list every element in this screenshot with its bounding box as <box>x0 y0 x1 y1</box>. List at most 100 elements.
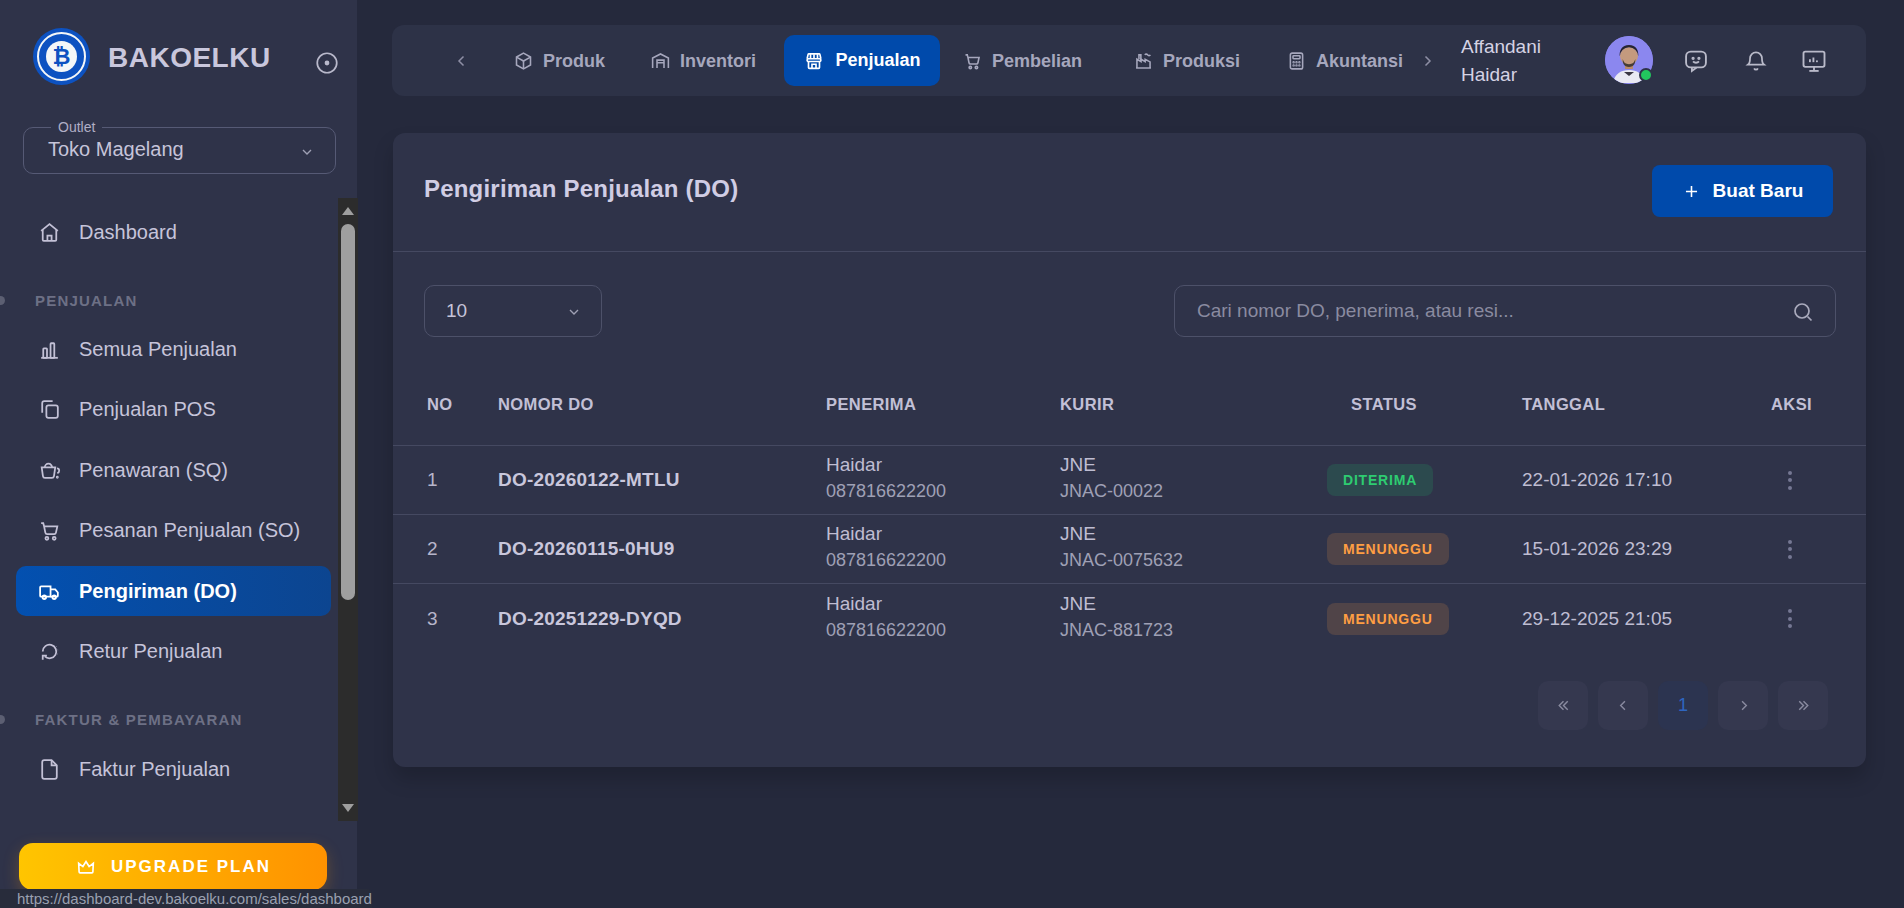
outlet-value: Toko Magelang <box>48 138 184 161</box>
section-bullet <box>0 296 5 305</box>
search-placeholder: Cari nomor DO, penerima, atau resi... <box>1197 300 1514 322</box>
sidebar-item-retur-penjualan[interactable]: Retur Penjualan <box>16 626 331 676</box>
topnav-penjualan[interactable]: Penjualan <box>784 35 940 86</box>
display-icon[interactable] <box>1800 47 1828 75</box>
prev-page-button[interactable] <box>1598 681 1648 730</box>
section-bullet <box>0 715 5 724</box>
tanggal: 15-01-2026 23:29 <box>1522 538 1771 560</box>
penerima-name: Haidar <box>826 591 1060 617</box>
penerima-name: Haidar <box>826 521 1060 547</box>
status-badge: DITERIMA <box>1327 464 1433 496</box>
penerima-name: Haidar <box>826 452 1060 478</box>
do-number: DO-20260115-0HU9 <box>498 538 826 560</box>
scroll-down-arrow[interactable] <box>342 804 354 812</box>
sidebar-item-label: Penjualan POS <box>79 398 216 421</box>
nav-scroll-right-icon[interactable] <box>1418 52 1436 70</box>
kurir-name: JNE <box>1060 521 1327 547</box>
sidebar-item-penawaran-sq[interactable]: Penawaran (SQ) <box>16 445 331 495</box>
scroll-up-arrow[interactable] <box>342 207 354 215</box>
row-actions-menu[interactable] <box>1780 609 1800 628</box>
divider <box>393 251 1866 252</box>
sidebar-item-label: Semua Penjualan <box>79 338 237 361</box>
table-row[interactable]: 3 DO-20251229-DYQD Haidar087816622200 JN… <box>393 584 1866 653</box>
tanggal: 29-12-2025 21:05 <box>1522 608 1771 630</box>
sidebar-item-faktur-penjualan[interactable]: Faktur Penjualan <box>16 744 331 794</box>
topnav-inventori[interactable]: Inventori <box>650 50 756 71</box>
home-icon <box>37 220 62 245</box>
col-no: NO <box>427 395 498 414</box>
next-page-button[interactable] <box>1718 681 1768 730</box>
table-row[interactable]: 2 DO-20260115-0HU9 Haidar087816622200 JN… <box>393 515 1866 584</box>
topnav-akuntansi[interactable]: Akuntansi <box>1286 50 1403 71</box>
sidebar-item-label: Faktur Penjualan <box>79 758 230 781</box>
sidebar-item-label: Dashboard <box>79 221 177 244</box>
col-status: STATUS <box>1327 395 1522 414</box>
col-kurir: KURIR <box>1060 395 1327 414</box>
do-number: DO-20251229-DYQD <box>498 608 826 630</box>
page-size-select[interactable]: 10 <box>424 285 602 337</box>
status-bar-url: https://dashboard-dev.bakoelku.com/sales… <box>0 889 372 908</box>
col-nomor-do: NOMOR DO <box>498 395 826 414</box>
sidebar-item-penjualan-pos[interactable]: Penjualan POS <box>16 384 331 434</box>
kurir-name: JNE <box>1060 591 1327 617</box>
sidebar-item-label: Retur Penjualan <box>79 640 222 663</box>
warehouse-icon <box>650 50 671 71</box>
package-icon <box>513 50 534 71</box>
topnav-label: Penjualan <box>835 50 920 71</box>
page-title: Pengiriman Penjualan (DO) <box>424 175 738 203</box>
create-new-button[interactable]: Buat Baru <box>1652 165 1833 217</box>
topnav-produksi[interactable]: Produksi <box>1133 50 1240 71</box>
col-aksi: AKSI <box>1771 395 1866 414</box>
kurir-name: JNE <box>1060 452 1327 478</box>
sidebar-item-label: Penawaran (SQ) <box>79 459 228 482</box>
factory-icon <box>1133 50 1154 71</box>
user-name[interactable]: Affandani Haidar <box>1461 33 1541 89</box>
online-status-dot <box>1639 68 1653 82</box>
brand-logo: ₿ <box>33 28 90 85</box>
row-actions-menu[interactable] <box>1780 540 1800 559</box>
sidebar-item-dashboard[interactable]: Dashboard <box>16 207 331 257</box>
chat-icon[interactable] <box>1682 47 1710 75</box>
sidebar-section-faktur: FAKTUR & PEMBAYARAN <box>35 711 243 729</box>
sidebar-item-pengiriman-do[interactable]: Pengiriman (DO) <box>16 566 331 616</box>
topnav-label: Pembelian <box>992 50 1082 71</box>
create-new-label: Buat Baru <box>1713 180 1804 202</box>
row-actions-menu[interactable] <box>1780 471 1800 490</box>
table-row[interactable]: 1 DO-20260122-MTLU Haidar087816622200 JN… <box>393 446 1866 515</box>
sidebar-item-semua-penjualan[interactable]: Semua Penjualan <box>16 324 331 374</box>
topnav-label: Inventori <box>680 50 756 71</box>
chevron-down-icon <box>566 304 582 320</box>
do-table: NO NOMOR DO PENERIMA KURIR STATUS TANGGA… <box>393 376 1866 653</box>
storefront-icon <box>803 50 825 72</box>
outlet-label: Outlet <box>51 119 102 135</box>
outlet-select[interactable]: Outlet Toko Magelang <box>23 127 336 174</box>
penerima-phone: 087816622200 <box>826 547 1060 573</box>
search-input[interactable]: Cari nomor DO, penerima, atau resi... <box>1174 285 1836 337</box>
truck-icon <box>37 579 62 604</box>
tanggal: 22-01-2026 17:10 <box>1522 469 1771 491</box>
sidebar-section-penjualan: PENJUALAN <box>35 292 137 310</box>
topnav-pembelian[interactable]: Pembelian <box>962 50 1082 71</box>
topnav-produk[interactable]: Produk <box>513 50 605 71</box>
cart-icon <box>962 50 983 71</box>
col-tanggal: TANGGAL <box>1522 395 1771 414</box>
upgrade-plan-button[interactable]: UPGRADE PLAN <box>19 843 327 890</box>
refresh-icon <box>37 639 62 664</box>
sidebar: ₿ BAKOELKU Outlet Toko Magelang Dashboar… <box>0 0 357 908</box>
do-number: DO-20260122-MTLU <box>498 469 826 491</box>
kurir-resi: JNAC-0075632 <box>1060 547 1327 573</box>
scrollbar-thumb[interactable] <box>341 224 355 600</box>
sidebar-scrollbar[interactable] <box>338 198 358 821</box>
nav-scroll-left-icon[interactable] <box>453 52 471 70</box>
last-page-button[interactable] <box>1778 681 1828 730</box>
crown-icon <box>75 856 97 878</box>
first-page-button[interactable] <box>1538 681 1588 730</box>
sidebar-item-pesanan-so[interactable]: Pesanan Penjualan (SO) <box>16 505 331 555</box>
collapse-sidebar-icon[interactable] <box>314 50 340 76</box>
bell-icon[interactable] <box>1743 48 1769 74</box>
table-header-row: NO NOMOR DO PENERIMA KURIR STATUS TANGGA… <box>393 376 1866 446</box>
current-page-button[interactable]: 1 <box>1658 681 1708 730</box>
content-card: Pengiriman Penjualan (DO) Buat Baru 10 C… <box>393 133 1866 767</box>
user-name-line2: Haidar <box>1461 61 1541 89</box>
status-badge: MENUNGGU <box>1327 603 1449 635</box>
